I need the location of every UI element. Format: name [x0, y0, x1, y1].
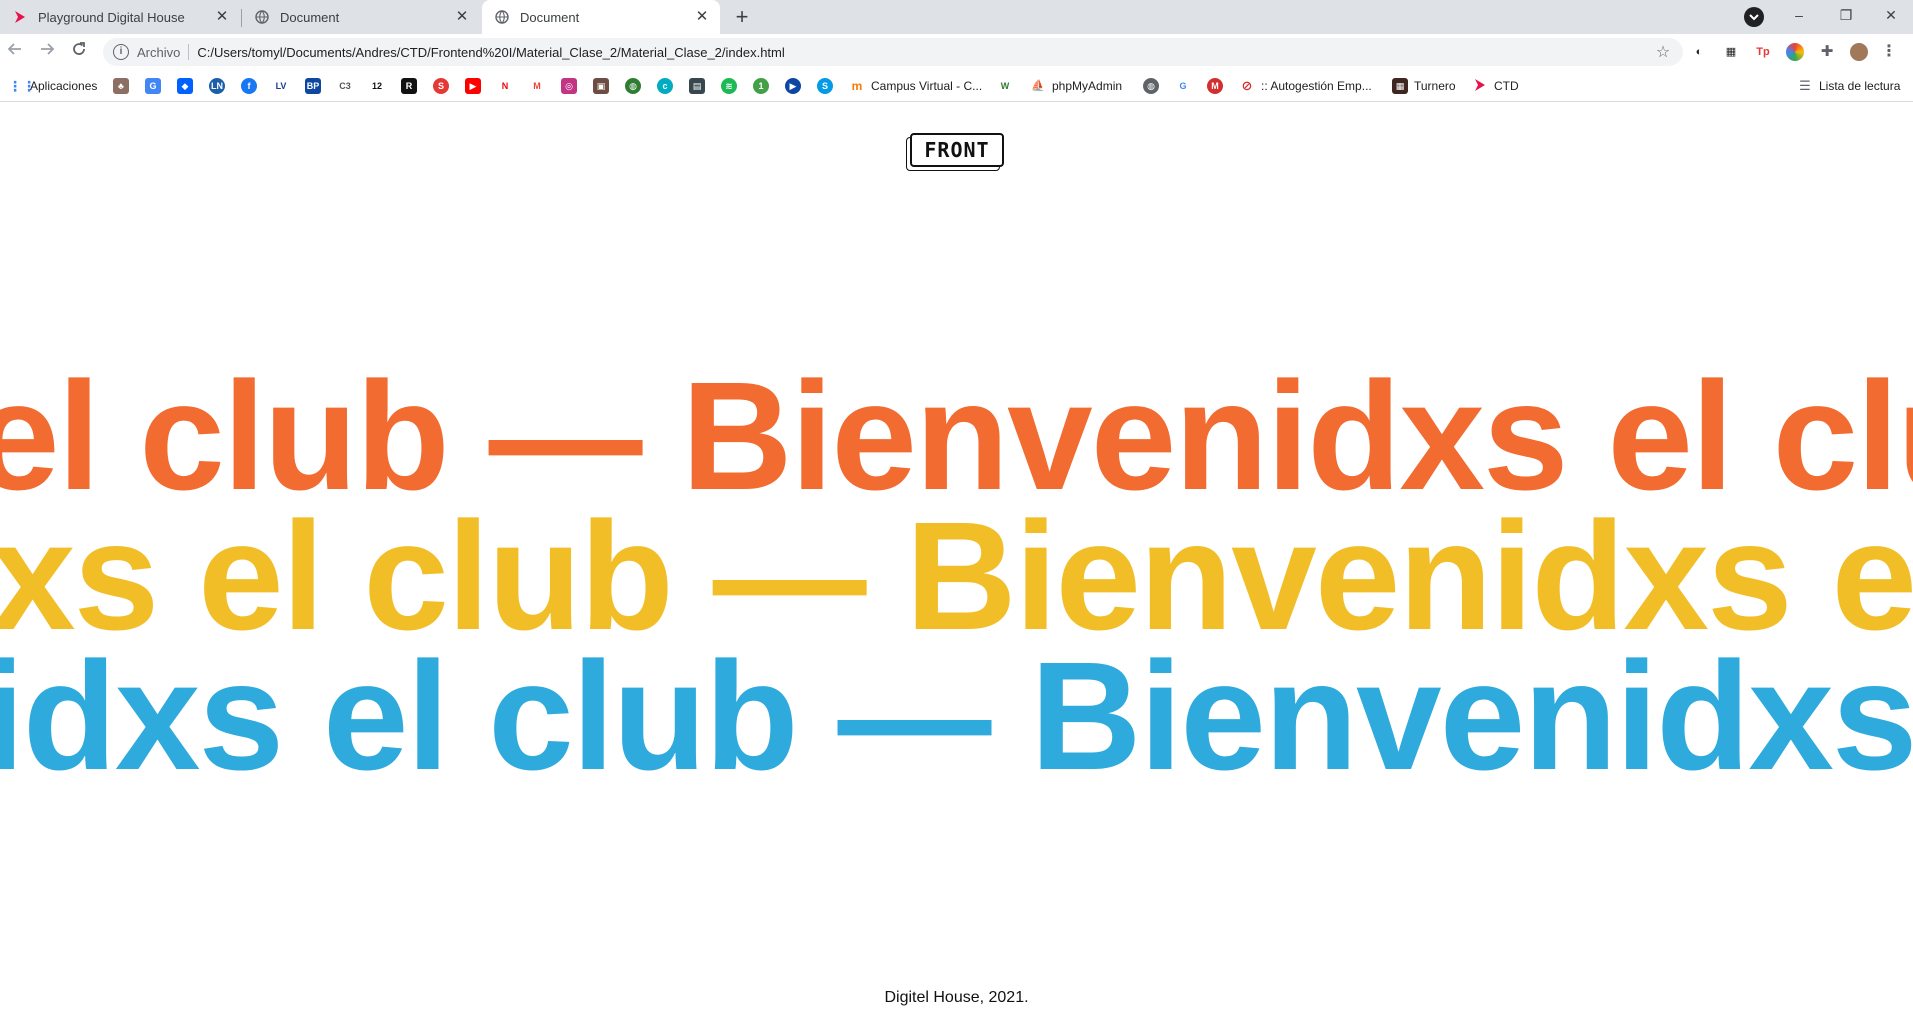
- bookmark-ln-icon[interactable]: LN: [209, 77, 225, 95]
- bookmark-one-icon[interactable]: 1: [753, 77, 769, 95]
- bookmark-s-icon[interactable]: S: [817, 77, 833, 95]
- bookmark-r-icon[interactable]: R: [401, 77, 417, 95]
- tab-title: Playground Digital House: [38, 9, 185, 25]
- reading-list-icon: ☰: [1799, 78, 1811, 93]
- logo-text: FRONT: [910, 133, 1004, 167]
- phpmyadmin-icon: ⛵: [1031, 80, 1045, 92]
- bookmark-play-icon[interactable]: ▶: [785, 77, 801, 95]
- window-close-button[interactable]: ✕: [1875, 0, 1907, 30]
- bookmark-ctd[interactable]: CTD: [1472, 77, 1519, 95]
- tab-close-icon[interactable]: ✕: [694, 9, 710, 25]
- marquee-line-orange: el club — Bienvenidxs el club — Bienveni…: [0, 350, 1913, 522]
- file-scheme-label: Archivo: [137, 44, 181, 60]
- bookmark-dropbox-icon[interactable]: ◆: [177, 77, 193, 95]
- bookmark-autogestion[interactable]: ⊘ :: Autogestión Emp...: [1239, 77, 1372, 95]
- bookmark-facebook-icon[interactable]: f: [241, 77, 257, 95]
- tab-document-active[interactable]: Document ✕: [482, 0, 720, 34]
- tab-document[interactable]: Document ✕: [242, 0, 480, 34]
- bookmark-youtube-icon[interactable]: ▶: [465, 77, 481, 95]
- bookmark-star-icon[interactable]: ☆: [1651, 42, 1675, 62]
- address-bar[interactable]: i Archivo C:/Users/tomyl/Documents/Andre…: [103, 38, 1683, 66]
- tab-close-icon[interactable]: ✕: [454, 9, 470, 25]
- tab-title: Document: [520, 9, 580, 25]
- bookmark-label: Turnero: [1414, 79, 1456, 93]
- bookmark-c3-icon[interactable]: C3: [337, 77, 353, 95]
- bookmark-spotify-icon[interactable]: ≋: [721, 77, 737, 95]
- profile-avatar[interactable]: [1850, 43, 1868, 61]
- bookmark-campus-virtual[interactable]: m Campus Virtual - C...: [849, 77, 983, 95]
- ctd-icon: [1472, 78, 1488, 94]
- bookmark-gmail-icon[interactable]: M: [529, 77, 545, 95]
- reload-button[interactable]: [68, 41, 90, 63]
- digital-house-chevron-icon: [12, 9, 28, 25]
- bookmark-lv-icon[interactable]: LV: [273, 77, 289, 95]
- back-button[interactable]: [4, 41, 26, 63]
- tab-title: Document: [280, 9, 340, 25]
- bookmark-tree-icon[interactable]: ♣: [113, 77, 129, 95]
- tab-playground-digital-house[interactable]: Playground Digital House ✕: [0, 0, 240, 34]
- globe-icon: [494, 9, 510, 25]
- tab-close-icon[interactable]: ✕: [214, 9, 230, 25]
- apps-grid-icon: ⋮⋮: [8, 78, 36, 94]
- bookmark-label: CTD: [1494, 79, 1519, 93]
- marquee-line-blue: idxs el club — Bienvenidxs el club — Bie…: [0, 630, 1913, 802]
- bookmark-instagram-icon[interactable]: ◎: [561, 77, 577, 95]
- page-viewport: FRONT el club — Bienvenidxs el club — Bi…: [0, 103, 1913, 1030]
- extensions-puzzle-icon[interactable]: ✚: [1818, 43, 1836, 61]
- forward-button[interactable]: [36, 41, 58, 63]
- reload-icon: [73, 42, 85, 55]
- bookmarks-bar: ⋮⋮ Aplicaciones ♣ G ◆ LN f LV BP C3 12 R…: [0, 70, 1913, 102]
- footer-copyright: Digitel House, 2021.: [884, 989, 1029, 1006]
- browser-tab-strip: Playground Digital House ✕ Document ✕ Do…: [0, 0, 1913, 34]
- bookmark-photo-icon[interactable]: ▣: [593, 77, 609, 95]
- bookmark-apps[interactable]: ⋮⋮ Aplicaciones: [8, 77, 97, 95]
- bookmark-label: :: Autogestión Emp...: [1261, 79, 1372, 93]
- dark-reader-extension-icon[interactable]: ◐: [1690, 43, 1708, 61]
- bookmark-12-icon[interactable]: 12: [369, 77, 385, 95]
- autogestion-icon: ⊘: [1241, 78, 1253, 93]
- bookmark-phpmyadmin[interactable]: ⛵ phpMyAdmin: [1030, 77, 1122, 95]
- color-picker-extension-icon[interactable]: [1786, 43, 1804, 61]
- browser-toolbar: i Archivo C:/Users/tomyl/Documents/Andre…: [0, 34, 1913, 70]
- bookmark-label: Campus Virtual - C...: [871, 79, 983, 93]
- bookmark-globe-green-icon[interactable]: ◍: [625, 77, 641, 95]
- bookmark-translate-icon[interactable]: G: [145, 77, 161, 95]
- url-text[interactable]: C:/Users/tomyl/Documents/Andres/CTD/Fron…: [197, 45, 1651, 60]
- minimize-button[interactable]: –: [1783, 0, 1815, 30]
- marquee-line-yellow: xs el club — Bienvenidxs el club — Bienv…: [0, 490, 1913, 662]
- bookmark-globe-icon[interactable]: ◍: [1143, 77, 1159, 95]
- site-info-icon[interactable]: i: [113, 44, 129, 60]
- restore-button[interactable]: ❐: [1830, 0, 1862, 30]
- bookmark-m-red-icon[interactable]: M: [1207, 77, 1223, 95]
- tab-search-icon[interactable]: [1744, 7, 1764, 27]
- bookmark-red-swirl-icon[interactable]: S: [433, 77, 449, 95]
- grid-extension-icon[interactable]: ▦: [1722, 43, 1740, 61]
- bookmark-turnero[interactable]: ▦ Turnero: [1392, 77, 1456, 95]
- turnero-icon: ▦: [1392, 78, 1408, 94]
- globe-icon: [254, 9, 270, 25]
- bookmark-bp-icon[interactable]: BP: [305, 77, 321, 95]
- bookmark-w-icon[interactable]: W: [997, 77, 1013, 95]
- bookmark-book-icon[interactable]: ▤: [689, 77, 705, 95]
- back-arrow-icon: [7, 43, 21, 55]
- bookmark-label: phpMyAdmin: [1052, 79, 1123, 93]
- moodle-icon: m: [851, 79, 863, 93]
- tp-extension-icon[interactable]: Tp: [1754, 43, 1772, 61]
- browser-menu-icon[interactable]: ⋮: [1880, 43, 1898, 61]
- reading-list-button[interactable]: ☰ Lista de lectura: [1797, 77, 1900, 95]
- forward-arrow-icon: [41, 43, 55, 55]
- front-logo: FRONT: [906, 133, 1004, 171]
- bookmark-label: Aplicaciones: [30, 79, 98, 93]
- reading-list-label: Lista de lectura: [1819, 79, 1901, 93]
- bookmark-cyan-icon[interactable]: c: [657, 77, 673, 95]
- omnibox-divider: [188, 44, 190, 60]
- bookmark-google-icon[interactable]: G: [1175, 77, 1191, 95]
- bookmark-netflix-icon[interactable]: N: [497, 77, 513, 95]
- new-tab-button[interactable]: +: [729, 5, 755, 31]
